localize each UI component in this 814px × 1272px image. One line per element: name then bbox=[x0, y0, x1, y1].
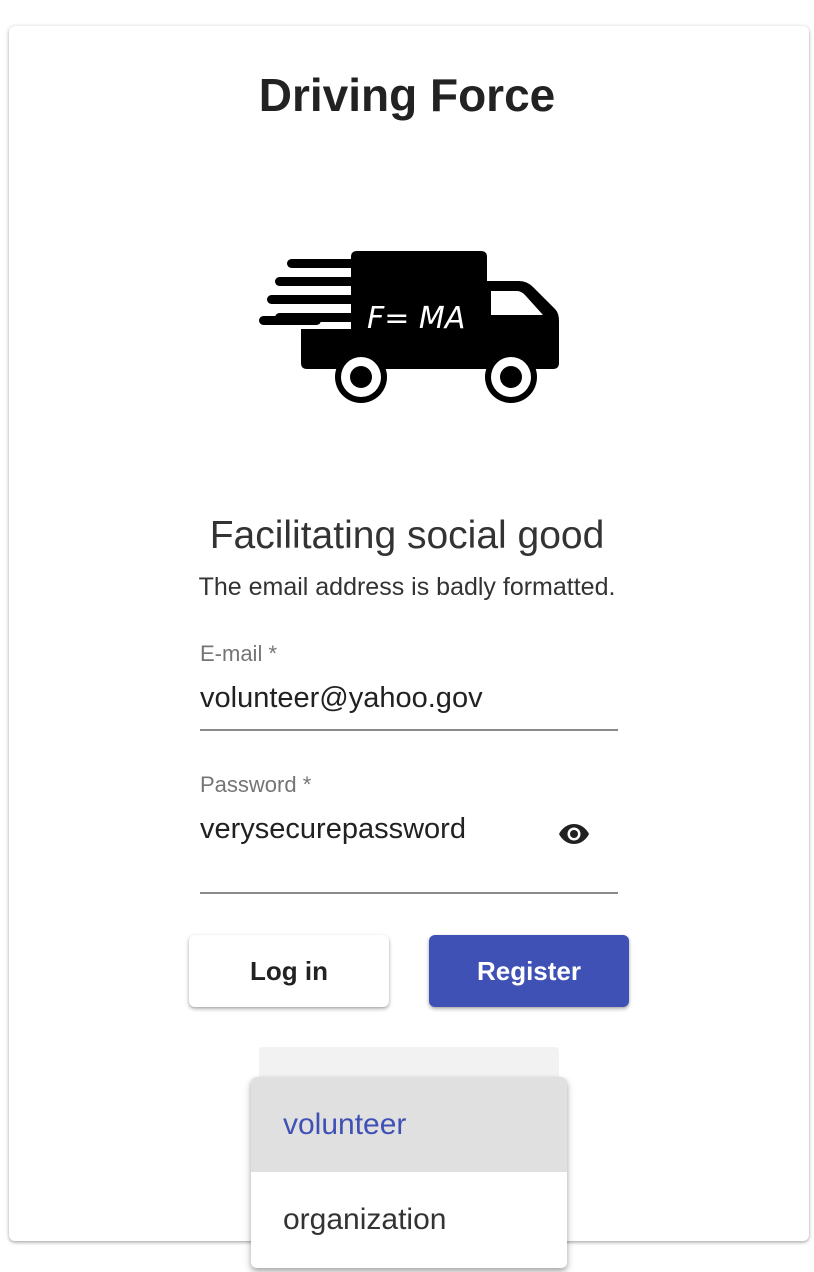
tagline: Facilitating social good bbox=[209, 514, 605, 557]
role-option-organization[interactable]: organization bbox=[251, 1172, 567, 1267]
app-title: Driving Force bbox=[258, 69, 556, 121]
show-password-toggle[interactable] bbox=[552, 814, 596, 854]
role-dropdown-menu: volunteer organization bbox=[251, 1077, 567, 1268]
error-message: The email address is badly formatted. bbox=[198, 573, 616, 601]
login-button[interactable]: Log in bbox=[189, 935, 389, 1007]
password-label: Password * bbox=[200, 772, 312, 797]
eye-icon bbox=[559, 824, 589, 844]
role-option-volunteer[interactable]: volunteer bbox=[251, 1077, 567, 1172]
password-underline bbox=[200, 892, 618, 894]
logo-formula-text: F= MA bbox=[367, 301, 465, 336]
email-underline bbox=[200, 729, 618, 731]
register-button[interactable]: Register bbox=[429, 935, 629, 1007]
password-field[interactable] bbox=[200, 809, 530, 849]
email-field[interactable] bbox=[200, 678, 530, 718]
truck-logo: F= MA bbox=[255, 245, 565, 410]
email-label: E-mail * bbox=[200, 641, 278, 666]
